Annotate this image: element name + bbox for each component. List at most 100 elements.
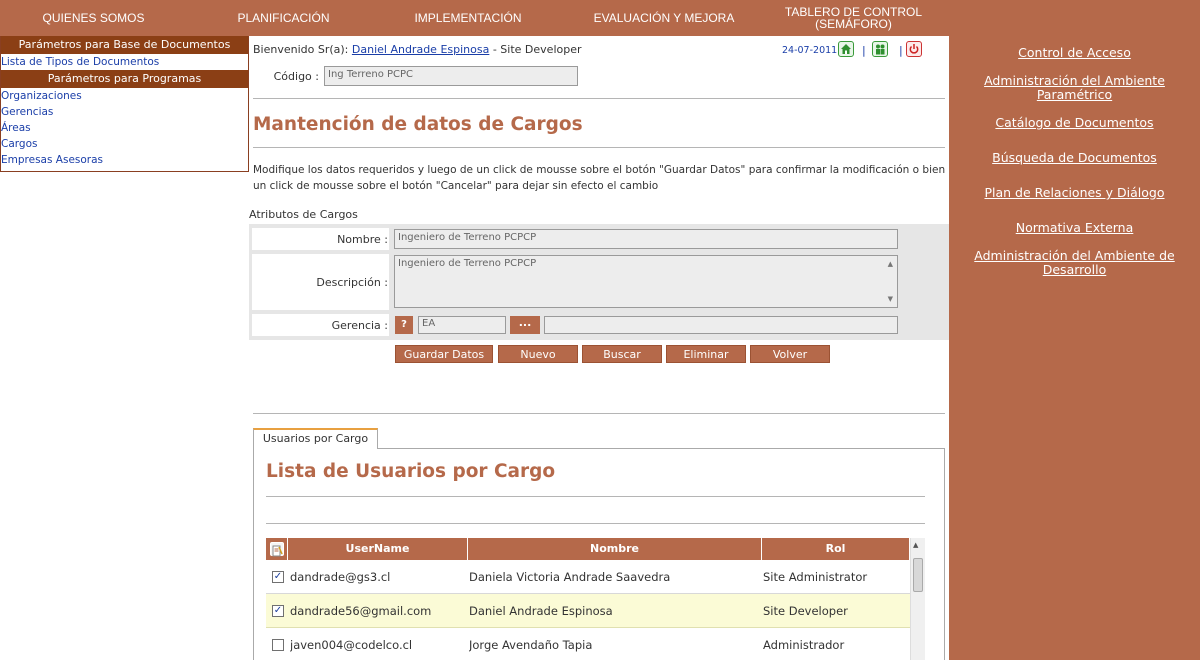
column-header-username[interactable]: UserName <box>288 538 468 560</box>
link-label: Normativa Externa <box>1015 220 1134 235</box>
nav-label: PLANIFICACIÓN <box>237 11 330 25</box>
link-ambiente-parametrico[interactable]: Administración del Ambiente Paramétrico <box>949 74 1200 102</box>
menu-item-gerencias[interactable]: Gerencias <box>1 104 248 120</box>
divider <box>266 523 925 524</box>
menu-item-empresas-asesoras[interactable]: Empresas Asesoras <box>1 152 248 168</box>
table-row[interactable]: javen004@codelco.cl Jorge Avendaño Tapia… <box>266 628 910 660</box>
link-ambiente-desarrollo[interactable]: Administración del Ambiente de Desarrollo <box>949 249 1200 277</box>
menu-header-documentos: Parámetros para Base de Documentos <box>1 36 248 54</box>
right-navigation-panel: Control de Acceso Administración del Amb… <box>949 0 1200 660</box>
gerencia-browse-button[interactable]: ... <box>510 316 540 334</box>
cell-rol: Site Administrator <box>763 570 868 584</box>
new-button[interactable]: Nuevo <box>498 345 578 363</box>
scroll-up-icon[interactable]: ▲ <box>888 260 893 268</box>
left-parameters-menu: Parámetros para Base de Documentos Lista… <box>0 36 249 172</box>
cell-nombre: Daniel Andrade Espinosa <box>469 604 613 618</box>
link-label: Administración del Ambiente de <box>974 248 1175 263</box>
divider <box>253 98 945 99</box>
nav-label: IMPLEMENTACIÓN <box>414 11 522 25</box>
delete-button[interactable]: Eliminar <box>666 345 746 363</box>
separator: | <box>899 44 903 57</box>
users-icon[interactable] <box>872 41 888 57</box>
users-list-title: Lista de Usuarios por Cargo <box>266 461 556 482</box>
select-all-header[interactable] <box>266 538 288 560</box>
descripcion-label: Descripción : <box>316 276 388 289</box>
column-header-nombre[interactable]: Nombre <box>468 538 762 560</box>
cell-username: javen004@codelco.cl <box>290 638 413 652</box>
divider <box>253 413 945 414</box>
gerencia-label: Gerencia : <box>331 319 388 332</box>
gerencia-help-button[interactable]: ? <box>395 316 413 334</box>
gerencia-name-field[interactable] <box>544 316 898 334</box>
power-off-icon[interactable] <box>906 41 922 57</box>
cell-rol: Administrador <box>763 638 845 652</box>
instructions-text: Modifique los datos requeridos y luego d… <box>253 164 946 192</box>
separator: | <box>862 44 866 57</box>
link-label: Búsqueda de Documentos <box>992 150 1157 165</box>
nav-planificacion[interactable]: PLANIFICACIÓN <box>187 0 380 36</box>
table-row[interactable]: ✓ dandrade@gs3.cl Daniela Victoria Andra… <box>266 560 910 594</box>
nav-tablero-control[interactable]: TABLERO DE CONTROL (SEMÁFORO) <box>772 0 935 36</box>
tab-usuarios-por-cargo[interactable]: Usuarios por Cargo <box>253 428 378 449</box>
menu-item-tipos-documentos[interactable]: Lista de Tipos de Documentos <box>1 54 248 70</box>
divider <box>266 496 925 497</box>
back-button[interactable]: Volver <box>750 345 830 363</box>
link-label: Control de Acceso <box>1018 45 1131 60</box>
row-checkbox[interactable]: ✓ <box>272 571 284 583</box>
user-role: - Site Developer <box>492 43 582 56</box>
save-button[interactable]: Guardar Datos <box>395 345 493 363</box>
cell-nombre: Daniela Victoria Andrade Saavedra <box>469 570 671 584</box>
codigo-label: Código : <box>273 70 319 83</box>
nav-evaluacion-mejora[interactable]: EVALUACIÓN Y MEJORA <box>556 0 772 36</box>
nav-quienes-somos[interactable]: QUIENES SOMOS <box>0 0 187 36</box>
nombre-label: Nombre : <box>337 233 388 246</box>
cell-username: dandrade@gs3.cl <box>290 570 391 584</box>
menu-item-organizaciones[interactable]: Organizaciones <box>1 88 248 104</box>
home-icon[interactable] <box>838 41 854 57</box>
link-label: Administración del Ambiente <box>984 73 1165 88</box>
top-navigation: QUIENES SOMOS PLANIFICACIÓN IMPLEMENTACI… <box>0 0 949 36</box>
nav-label: EVALUACIÓN Y MEJORA <box>593 11 735 25</box>
current-date: 24-07-2011 <box>782 45 838 56</box>
page-title: Mantención de datos de Cargos <box>253 114 583 135</box>
gerencia-code-field[interactable]: EA <box>418 316 506 334</box>
grid-scrollbar[interactable]: ▲ <box>910 538 925 660</box>
divider <box>253 147 945 148</box>
attributes-title: Atributos de Cargos <box>249 208 358 221</box>
welcome-message: Bienvenido Sr(a): Daniel Andrade Espinos… <box>253 43 582 56</box>
nav-implementacion[interactable]: IMPLEMENTACIÓN <box>380 0 556 36</box>
link-normativa-externa[interactable]: Normativa Externa <box>949 221 1200 235</box>
link-label-line2: Paramétrico <box>1036 87 1113 102</box>
select-all-icon[interactable] <box>269 542 284 557</box>
menu-item-cargos[interactable]: Cargos <box>1 136 248 152</box>
menu-header-programas: Parámetros para Programas <box>1 70 248 88</box>
menu-item-areas[interactable]: Áreas <box>1 120 248 136</box>
user-link[interactable]: Daniel Andrade Espinosa <box>352 43 489 56</box>
row-checkbox[interactable] <box>272 639 284 651</box>
row-checkbox[interactable]: ✓ <box>272 605 284 617</box>
scroll-up-icon[interactable]: ▲ <box>913 541 918 549</box>
nav-label: QUIENES SOMOS <box>42 11 145 25</box>
users-grid: UserName Nombre Rol ✓ dandrade@gs3.cl Da… <box>266 538 925 660</box>
nav-label-line2: (SEMÁFORO) <box>815 17 892 31</box>
descripcion-value: Ingeniero de Terreno PCPCP <box>398 258 537 269</box>
link-label-line2: Desarrollo <box>1042 262 1107 277</box>
link-control-acceso[interactable]: Control de Acceso <box>949 46 1200 60</box>
cell-nombre: Jorge Avendaño Tapia <box>469 638 593 652</box>
welcome-prefix: Bienvenido Sr(a): <box>253 43 349 56</box>
column-header-rol[interactable]: Rol <box>762 538 910 560</box>
link-busqueda-documentos[interactable]: Búsqueda de Documentos <box>949 151 1200 165</box>
search-button[interactable]: Buscar <box>582 345 662 363</box>
cell-rol: Site Developer <box>763 604 848 618</box>
link-catalogo-documentos[interactable]: Catálogo de Documentos <box>949 116 1200 130</box>
link-label: Catálogo de Documentos <box>995 115 1154 130</box>
descripcion-textarea[interactable]: Ingeniero de Terreno PCPCP ▲ ▼ <box>394 255 898 308</box>
link-label: Plan de Relaciones y Diálogo <box>984 185 1165 200</box>
nombre-field[interactable]: Ingeniero de Terreno PCPCP <box>394 229 898 249</box>
cell-username: dandrade56@gmail.com <box>290 604 432 618</box>
codigo-field[interactable]: Ing Terreno PCPC <box>324 66 578 86</box>
scroll-thumb[interactable] <box>913 558 923 592</box>
scroll-down-icon[interactable]: ▼ <box>888 295 893 303</box>
link-plan-relaciones[interactable]: Plan de Relaciones y Diálogo <box>949 186 1200 200</box>
table-row[interactable]: ✓ dandrade56@gmail.com Daniel Andrade Es… <box>266 594 910 628</box>
